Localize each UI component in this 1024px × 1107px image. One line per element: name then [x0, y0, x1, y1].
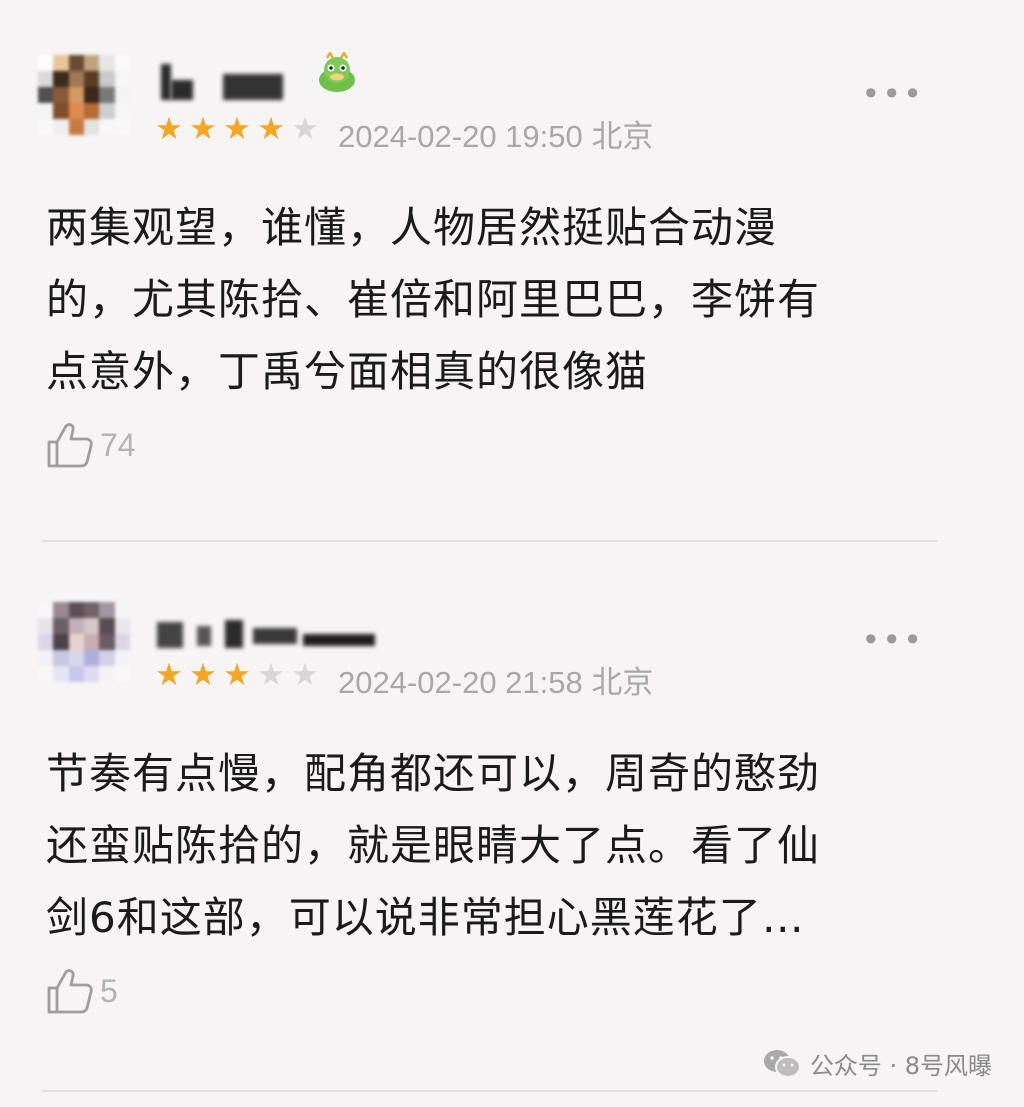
star-icon: ★ — [155, 657, 183, 693]
star-icon: ★ — [257, 657, 285, 693]
star-icon: ★ — [291, 111, 319, 147]
star-icon: ★ — [257, 111, 285, 147]
dragon-badge-icon — [319, 52, 355, 92]
divider — [42, 540, 938, 542]
location: 北京 — [591, 665, 654, 700]
location: 北京 — [591, 119, 654, 154]
divider — [42, 1090, 938, 1092]
star-icon: ★ — [223, 657, 251, 693]
rating-stars: ★ ★ ★ ★ ★ — [153, 659, 321, 691]
like-count: 5 — [100, 972, 118, 1009]
username-blurred[interactable] — [155, 612, 385, 652]
star-icon: ★ — [223, 111, 251, 147]
thumbs-up-icon — [47, 423, 93, 468]
star-icon: ★ — [155, 111, 183, 147]
wechat-icon — [763, 1049, 801, 1078]
comment-meta: 2024-02-20 21:58 北京 — [338, 657, 653, 702]
like-button[interactable]: 74 — [44, 420, 136, 470]
rating-stars: ★ ★ ★ ★ ★ — [153, 113, 321, 145]
star-icon: ★ — [189, 111, 217, 147]
more-options-icon[interactable]: ••• — [861, 78, 924, 110]
watermark-label: 公众号 · 8号风曝 — [809, 1052, 992, 1080]
comment-meta: 2024-02-20 19:50 北京 — [338, 111, 653, 156]
thumbs-up-icon — [47, 969, 93, 1014]
star-icon: ★ — [189, 657, 217, 693]
timestamp: 2024-02-20 21:58 — [338, 665, 583, 700]
like-button[interactable]: 5 — [44, 966, 118, 1016]
timestamp: 2024-02-20 19:50 — [338, 119, 583, 154]
star-icon: ★ — [291, 657, 319, 693]
comment-text: 节奏有点慢，配角都还可以，周奇的憨劲 还蛮贴陈拾的，就是眼睛大了点。看了仙 剑6… — [46, 749, 821, 942]
like-count: 74 — [100, 426, 136, 463]
avatar[interactable] — [38, 55, 130, 135]
comment-text: 两集观望，谁懂，人物居然挺贴合动漫 的，尤其陈拾、崔倍和阿里巴巴，李饼有 点意外… — [46, 203, 821, 396]
watermark: 公众号 · 8号风曝 — [762, 1046, 992, 1081]
avatar[interactable] — [38, 602, 130, 682]
more-options-icon[interactable]: ••• — [861, 624, 924, 656]
